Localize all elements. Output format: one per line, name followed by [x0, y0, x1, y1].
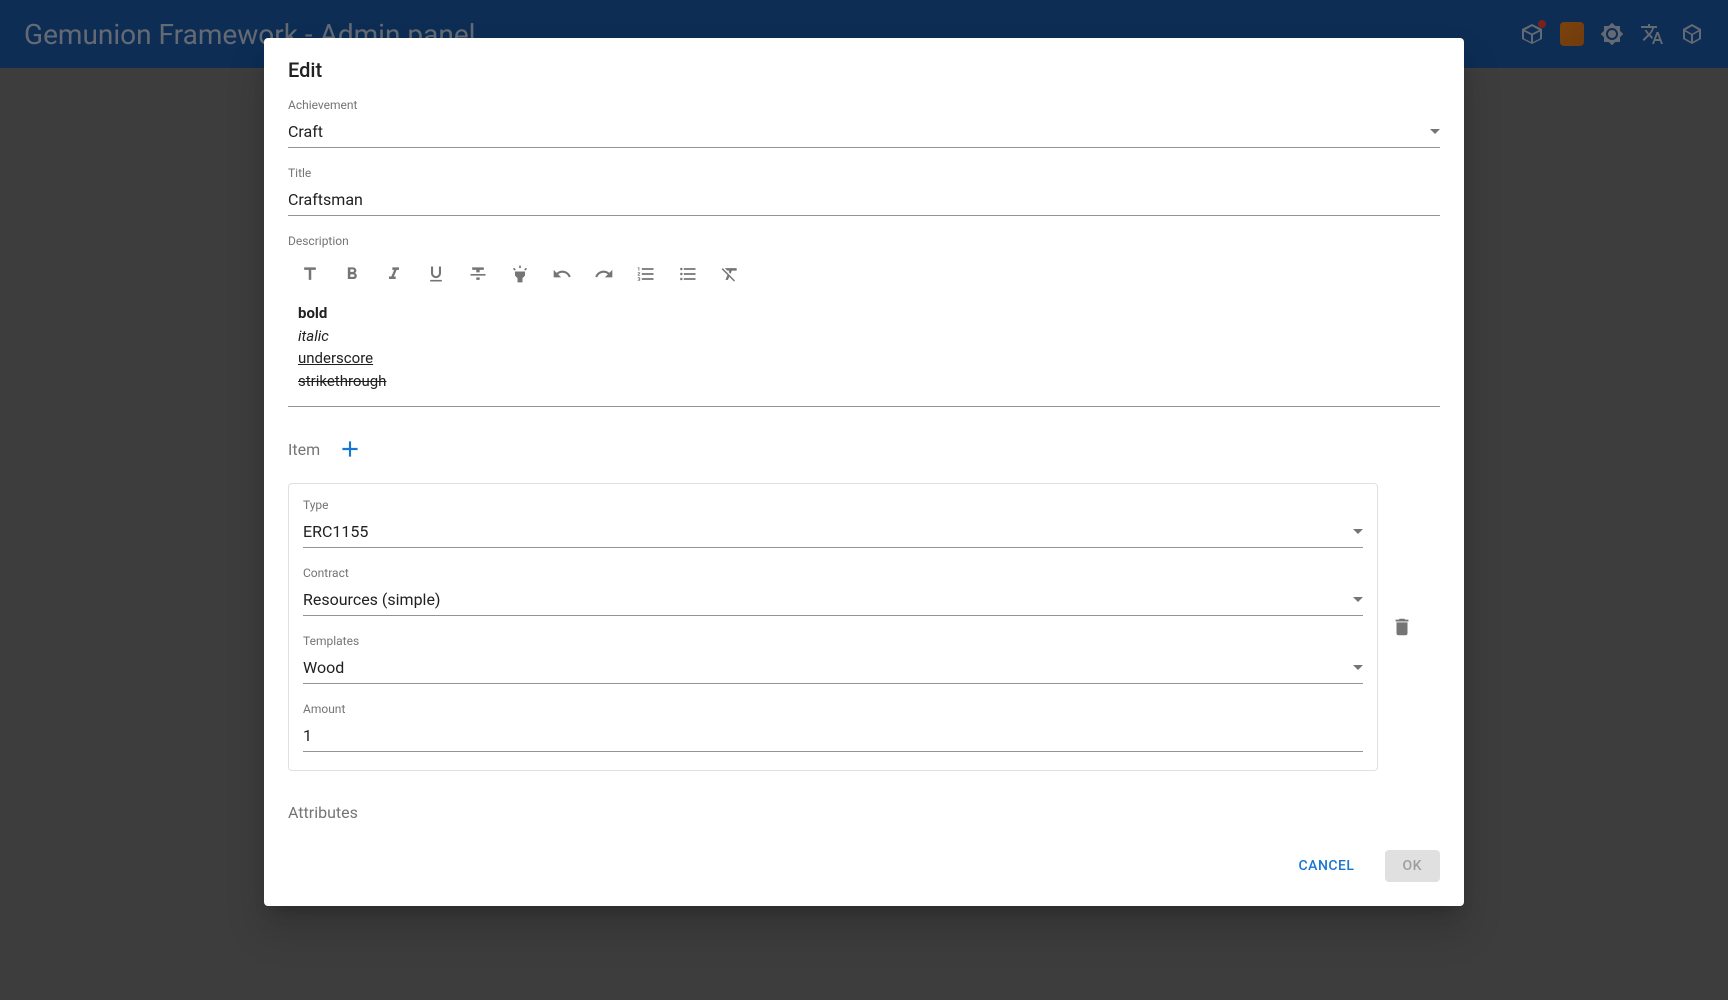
contract-label: Contract	[303, 566, 1363, 580]
achievement-label: Achievement	[288, 98, 1440, 112]
templates-select[interactable]: Wood	[303, 652, 1363, 684]
edit-dialog: Edit Achievement Craft Title Description	[264, 38, 1464, 906]
rte-text-icon[interactable]	[298, 262, 322, 286]
rte-redo-icon[interactable]	[592, 262, 616, 286]
chevron-down-icon	[1353, 529, 1363, 534]
templates-label: Templates	[303, 634, 1363, 648]
rte-line-strike: strikethrough	[298, 370, 1430, 393]
dialog-actions: CANCEL OK	[264, 830, 1464, 906]
item-section-label: Item	[288, 440, 320, 459]
rte-list-bulleted-icon[interactable]	[676, 262, 700, 286]
item-row: Type ERC1155 Contract Resources (simple)	[288, 483, 1440, 771]
item-card: Type ERC1155 Contract Resources (simple)	[288, 483, 1378, 771]
contract-field: Contract Resources (simple)	[303, 566, 1363, 616]
rte-undo-icon[interactable]	[550, 262, 574, 286]
rte-clear-format-icon[interactable]	[718, 262, 742, 286]
description-label: Description	[288, 234, 1440, 248]
rte-italic-icon[interactable]	[382, 262, 406, 286]
achievement-value: Craft	[288, 122, 323, 141]
chevron-down-icon	[1353, 665, 1363, 670]
title-label: Title	[288, 166, 1440, 180]
ok-button[interactable]: OK	[1385, 850, 1441, 882]
dialog-content: Achievement Craft Title Description	[264, 90, 1464, 830]
rte-editor[interactable]: bold italic underscore strikethrough	[288, 298, 1440, 407]
trash-icon	[1391, 616, 1413, 638]
type-select[interactable]: ERC1155	[303, 516, 1363, 548]
rte-toolbar	[288, 252, 1440, 298]
description-field: Description bold italic	[288, 234, 1440, 407]
add-item-button[interactable]	[336, 435, 364, 463]
delete-item-button[interactable]	[1390, 615, 1414, 639]
dialog-title: Edit	[264, 38, 1464, 90]
type-label: Type	[303, 498, 1363, 512]
rte-highlight-icon[interactable]	[508, 262, 532, 286]
rte-line-underline: underscore	[298, 347, 1430, 370]
type-field: Type ERC1155	[303, 498, 1363, 548]
rte-line-italic: italic	[298, 325, 1430, 348]
achievement-select[interactable]: Craft	[288, 116, 1440, 148]
rte-strikethrough-icon[interactable]	[466, 262, 490, 286]
title-field: Title	[288, 166, 1440, 216]
item-section-header: Item	[288, 435, 1440, 463]
chevron-down-icon	[1430, 129, 1440, 134]
contract-select[interactable]: Resources (simple)	[303, 584, 1363, 616]
attributes-label: Attributes	[288, 803, 1440, 822]
type-value: ERC1155	[303, 522, 368, 541]
chevron-down-icon	[1353, 597, 1363, 602]
templates-field: Templates Wood	[303, 634, 1363, 684]
title-input[interactable]	[288, 184, 1440, 216]
modal-overlay: Edit Achievement Craft Title Description	[0, 0, 1728, 1000]
templates-value: Wood	[303, 658, 344, 677]
plus-icon	[337, 436, 363, 462]
rte-list-numbered-icon[interactable]	[634, 262, 658, 286]
amount-field: Amount	[303, 702, 1363, 752]
amount-label: Amount	[303, 702, 1363, 716]
rte-bold-icon[interactable]	[340, 262, 364, 286]
rte-underline-icon[interactable]	[424, 262, 448, 286]
rte-line-bold: bold	[298, 302, 1430, 325]
achievement-field: Achievement Craft	[288, 98, 1440, 148]
amount-input[interactable]	[303, 720, 1363, 752]
contract-value: Resources (simple)	[303, 590, 441, 609]
cancel-button[interactable]: CANCEL	[1281, 850, 1373, 882]
